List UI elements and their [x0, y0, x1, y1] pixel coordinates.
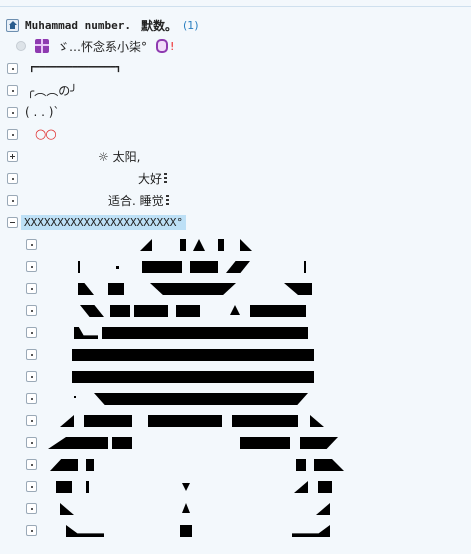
list-item[interactable]: ( . . )`	[7, 101, 59, 123]
expand-toggle[interactable]	[26, 414, 37, 426]
expand-toggle[interactable]	[26, 392, 37, 404]
list-item-text: ☼ 太阳,	[98, 149, 141, 164]
expand-toggle[interactable]	[26, 282, 37, 294]
expand-toggle[interactable]	[7, 150, 18, 162]
header-row: Muhammad number. 默数。 (1)	[6, 14, 199, 36]
expand-toggle[interactable]	[7, 194, 18, 206]
list-item-text: ╭︵︵の╯	[27, 83, 78, 98]
child-row[interactable]	[26, 343, 37, 365]
child-row[interactable]	[26, 431, 37, 453]
expand-toggle[interactable]	[26, 326, 37, 338]
gift-icon[interactable]	[35, 39, 49, 53]
expand-toggle[interactable]	[26, 348, 37, 360]
select-radio[interactable]	[16, 41, 26, 51]
list-item[interactable]: ┏━━━━━━━━━━━━━━━┓	[7, 57, 121, 79]
child-row[interactable]	[26, 497, 37, 519]
expand-toggle[interactable]	[26, 480, 37, 492]
expand-toggle[interactable]	[7, 84, 18, 96]
group-label: XXXXXXXXXXXXXXXXXXXXXXX°	[21, 214, 186, 230]
list-item-text: 大好	[138, 171, 163, 186]
user-row[interactable]: ゞ…怀念系小柒° !	[16, 35, 174, 57]
child-row[interactable]	[26, 321, 37, 343]
list-item-text: ○○	[35, 126, 57, 142]
list-item-text: ( . . )`	[25, 105, 60, 119]
home-icon[interactable]	[6, 18, 19, 32]
expand-toggle[interactable]	[7, 62, 18, 74]
collapse-toggle[interactable]	[7, 216, 18, 228]
expand-toggle[interactable]	[26, 458, 37, 470]
expand-toggle[interactable]	[26, 260, 37, 272]
child-row[interactable]	[26, 453, 37, 475]
reply-count[interactable]: (1)	[183, 19, 199, 32]
expand-toggle[interactable]	[7, 128, 18, 140]
list-item-text: 适合. 睡觉	[108, 193, 164, 208]
expand-toggle[interactable]	[26, 304, 37, 316]
child-row[interactable]	[26, 475, 37, 497]
expand-toggle[interactable]	[26, 436, 37, 448]
list-item[interactable]: ☼ 太阳,	[7, 145, 140, 167]
group-row[interactable]: XXXXXXXXXXXXXXXXXXXXXXX°	[7, 211, 186, 233]
list-item-text: ┏━━━━━━━━━━━━━━━┓	[29, 63, 122, 73]
child-row[interactable]	[26, 365, 37, 387]
expand-toggle[interactable]	[26, 238, 37, 250]
alert-mark: !	[170, 39, 175, 53]
expand-toggle[interactable]	[26, 502, 37, 514]
expand-toggle[interactable]	[26, 524, 37, 536]
bars-glyph	[164, 172, 168, 184]
badge-icon[interactable]	[156, 39, 169, 53]
child-row[interactable]	[26, 409, 37, 431]
child-row[interactable]	[26, 299, 37, 321]
list-item[interactable]: 适合. 睡觉	[7, 189, 169, 211]
child-row[interactable]	[26, 277, 37, 299]
list-item[interactable]: ╭︵︵の╯	[7, 79, 77, 101]
top-divider	[0, 6, 471, 7]
bars-glyph	[165, 194, 169, 206]
expand-toggle[interactable]	[7, 106, 18, 118]
child-row[interactable]	[26, 519, 37, 541]
user-nickname[interactable]: ゞ…怀念系小柒°	[57, 38, 147, 55]
child-row[interactable]	[26, 255, 37, 277]
list-item[interactable]: 大好	[7, 167, 168, 189]
expand-toggle[interactable]	[26, 370, 37, 382]
child-row[interactable]	[26, 233, 37, 255]
page-title-cn: 默数。	[140, 18, 177, 33]
page-title: Muhammad number.	[25, 18, 131, 32]
child-row[interactable]	[26, 387, 37, 409]
list-item[interactable]: ○○	[7, 123, 57, 145]
expand-toggle[interactable]	[7, 172, 18, 184]
